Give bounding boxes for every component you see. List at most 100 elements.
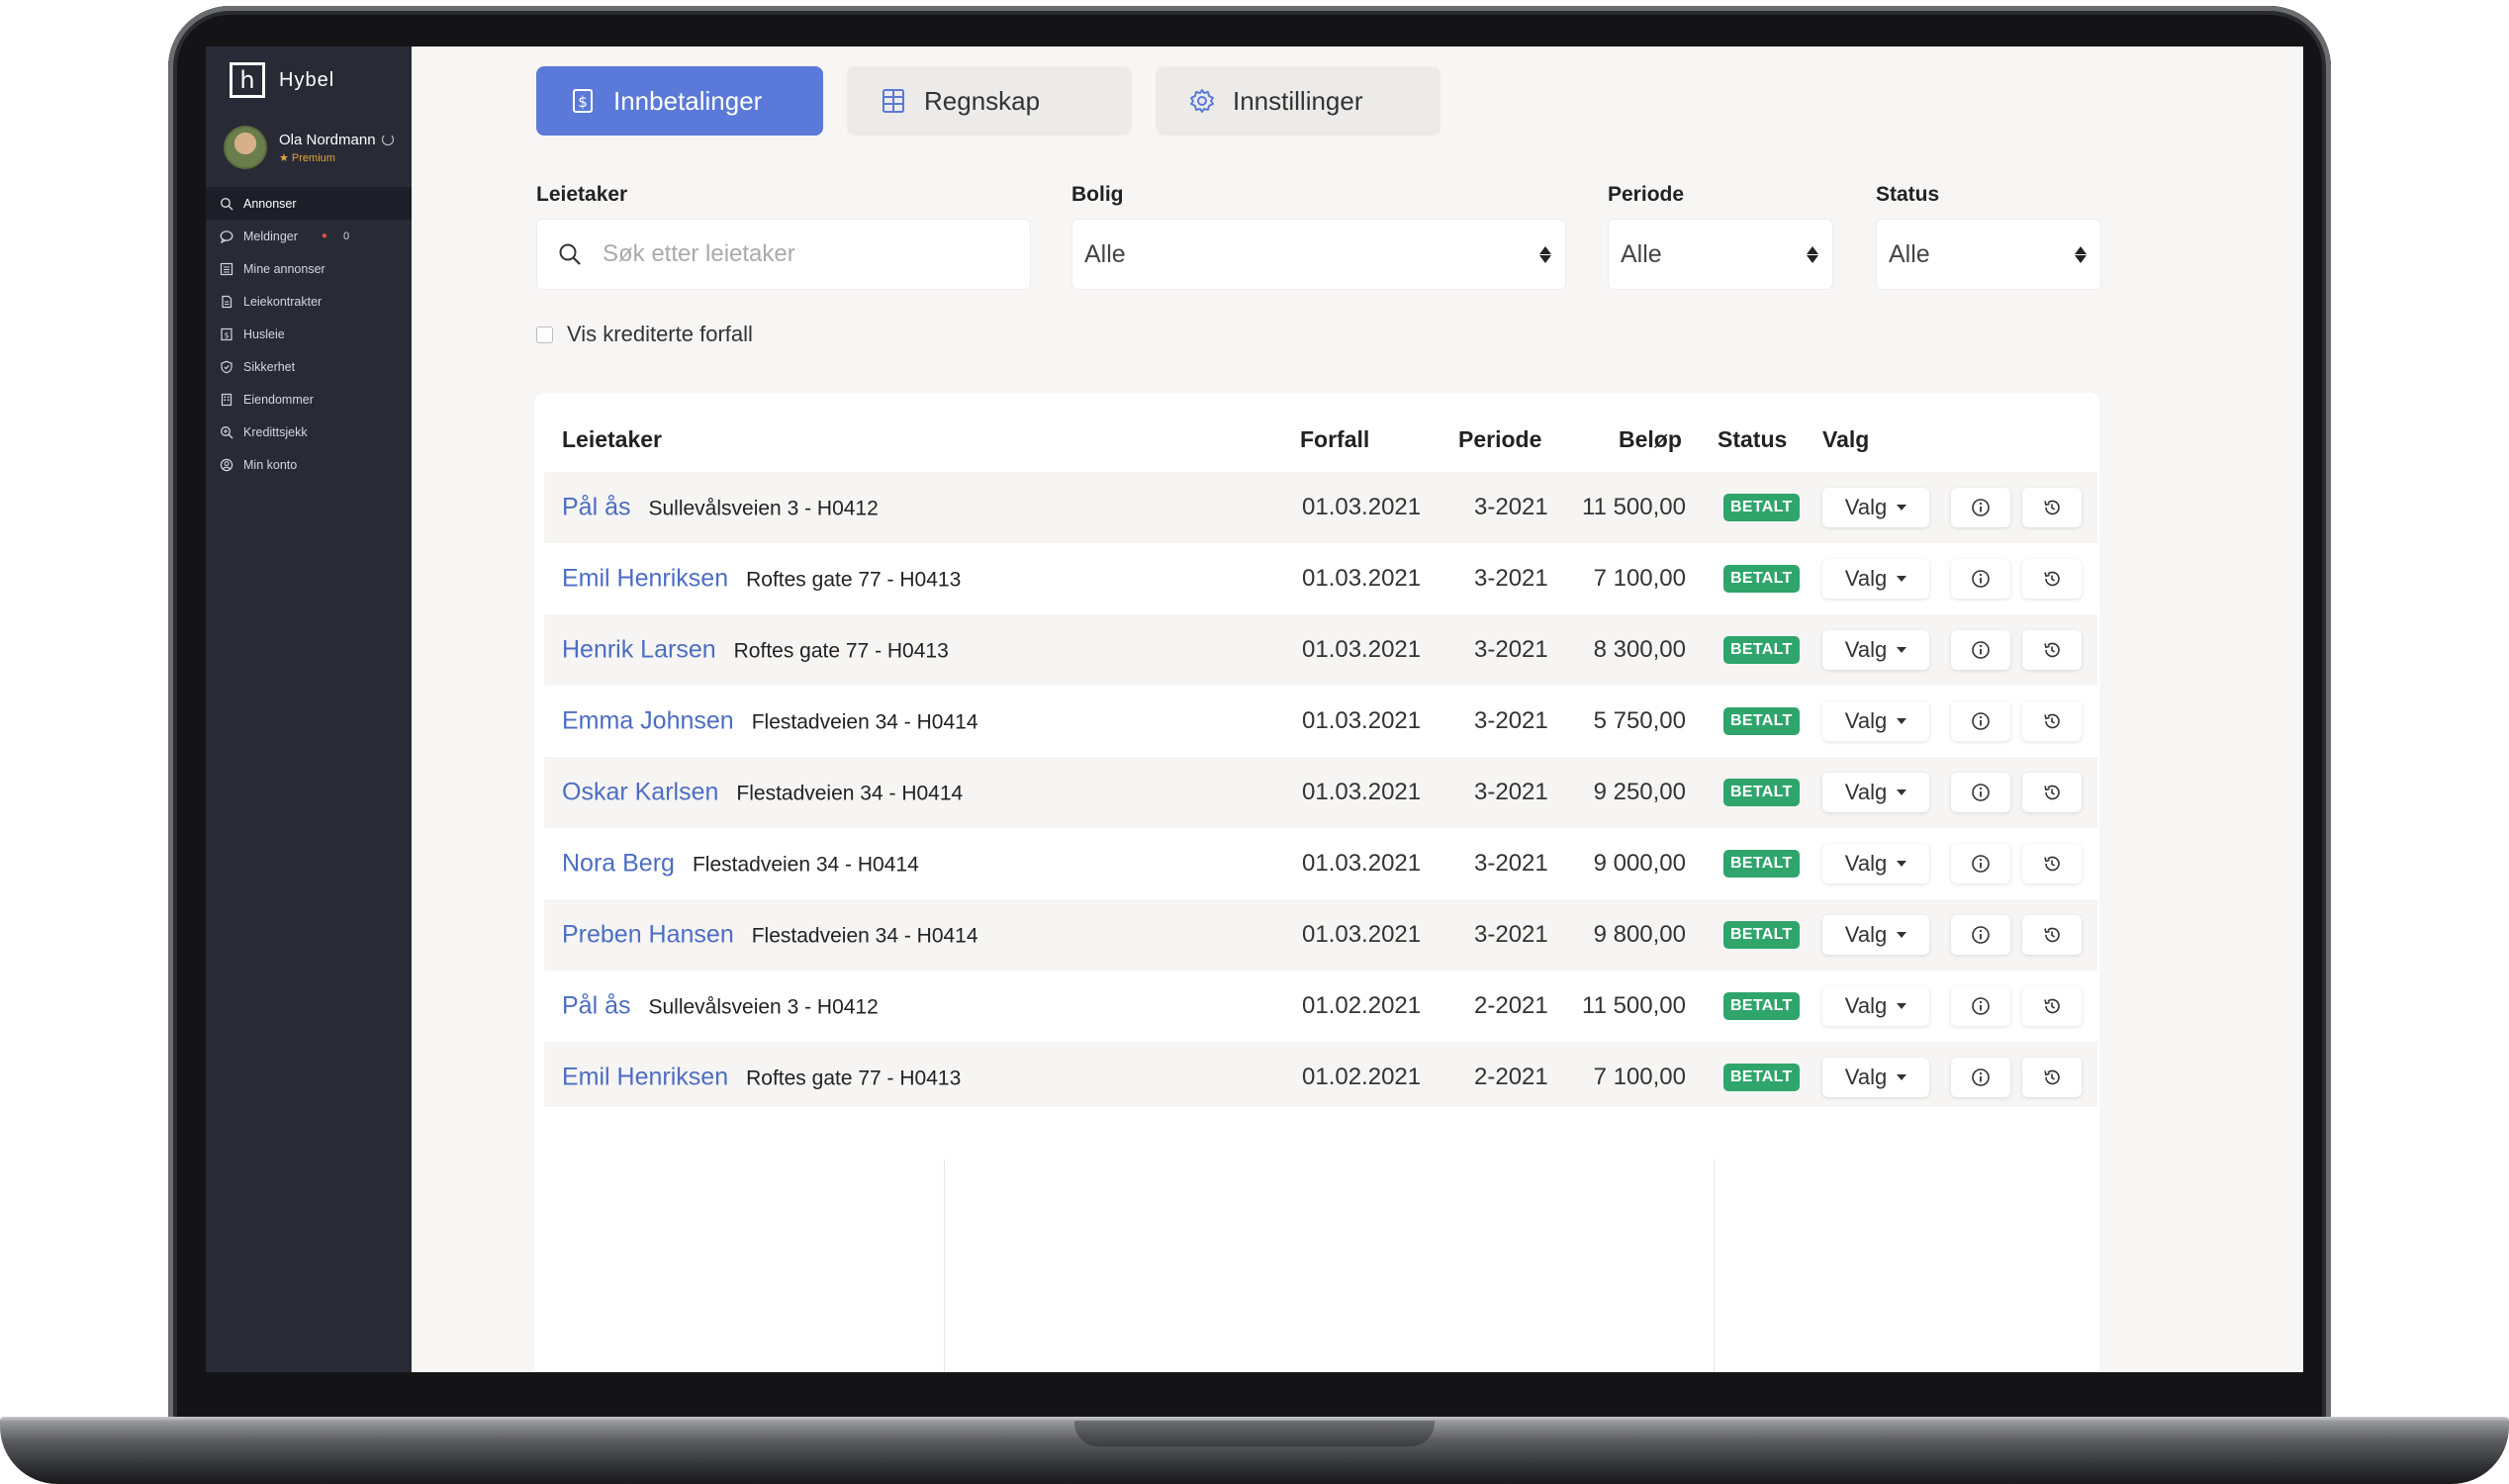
caret-down-icon (1897, 789, 1907, 795)
tenant-link[interactable]: Nora Berg Flestadveien 34 - H0414 (562, 850, 919, 879)
tenant-link[interactable]: Emil Henriksen Roftes gate 77 - H0413 (562, 565, 961, 594)
info-button[interactable] (1951, 488, 2010, 527)
valg-dropdown[interactable]: Valg (1822, 630, 1929, 670)
tenant-link[interactable]: Emma Johnsen Flestadveien 34 - H0414 (562, 707, 978, 736)
period: 3-2021 (1474, 565, 1548, 592)
user-name: Ola Nordmann (279, 131, 376, 148)
sidebar-item-label: Eiendommer (243, 392, 314, 407)
valg-label: Valg (1844, 922, 1888, 947)
history-button[interactable] (2022, 844, 2082, 883)
header-status[interactable]: Status (1718, 426, 1787, 453)
info-button[interactable] (1951, 986, 2010, 1026)
period-select-value: Alle (1621, 239, 1662, 268)
amount: 8 300,00 (1593, 636, 1686, 663)
history-button[interactable] (2022, 488, 2082, 527)
info-button[interactable] (1951, 701, 2010, 741)
tenant-link[interactable]: Oskar Karlsen Flestadveien 34 - H0414 (562, 779, 963, 807)
avatar (224, 126, 267, 169)
tenant-link[interactable]: Emil Henriksen Roftes gate 77 - H0413 (562, 1064, 961, 1092)
valg-dropdown[interactable]: Valg (1822, 773, 1929, 812)
tenant-link[interactable]: Pål ås Sullevålsveien 3 - H0412 (562, 992, 879, 1021)
period: 3-2021 (1474, 779, 1548, 805)
sidebar-item-husleie[interactable]: $ Husleie (206, 318, 412, 350)
tab-innstillinger[interactable]: Innstillinger (1156, 66, 1440, 136)
table-row: Pål ås Sullevålsveien 3 - H0412 01.02.20… (544, 971, 2097, 1042)
tenant-name: Pål ås (562, 493, 631, 521)
valg-dropdown[interactable]: Valg (1822, 488, 1929, 527)
credited-toggle[interactable]: Vis krediterte forfall (536, 322, 753, 347)
credited-checkbox[interactable] (536, 325, 553, 343)
tab-innbetalinger[interactable]: $ Innbetalinger (536, 66, 823, 136)
valg-dropdown[interactable]: Valg (1822, 986, 1929, 1026)
info-button[interactable] (1951, 915, 2010, 955)
history-button[interactable] (2022, 630, 2082, 670)
history-button[interactable] (2022, 1058, 2082, 1097)
info-button[interactable] (1951, 630, 2010, 670)
sidebar-item-meldinger[interactable]: Meldinger ● 0 (206, 220, 412, 252)
header-due[interactable]: Forfall (1300, 426, 1369, 453)
brand[interactable]: h Hybel (230, 62, 334, 98)
tenant-address: Flestadveien 34 - H0414 (751, 924, 978, 948)
table-row: Emil Henriksen Roftes gate 77 - H0413 01… (544, 1042, 2097, 1107)
table-row: Emma Johnsen Flestadveien 34 - H0414 01.… (544, 686, 2097, 757)
housing-select-value: Alle (1084, 239, 1126, 268)
sidebar-item-mine-annonser[interactable]: Mine annonser (206, 252, 412, 285)
status-select[interactable]: Alle (1876, 219, 2101, 290)
info-button[interactable] (1951, 773, 2010, 812)
sidebar-item-annonser[interactable]: Annonser (206, 187, 412, 220)
valg-label: Valg (1844, 495, 1888, 519)
status-badge: BETALT (1723, 779, 1800, 806)
due-date: 01.03.2021 (1302, 850, 1422, 877)
history-button[interactable] (2022, 915, 2082, 955)
sort-arrows-icon (1807, 245, 1818, 263)
search-icon (559, 243, 581, 265)
tab-regnskap[interactable]: Regnskap (847, 66, 1132, 136)
tenant-link[interactable]: Preben Hansen Flestadveien 34 - H0414 (562, 921, 978, 950)
sidebar-item-eiendommer[interactable]: Eiendommer (206, 383, 412, 416)
history-button[interactable] (2022, 701, 2082, 741)
tab-label: Regnskap (924, 85, 1041, 116)
info-icon (1972, 1068, 1990, 1086)
info-button[interactable] (1951, 844, 2010, 883)
caret-down-icon (1897, 647, 1907, 653)
header-tenant[interactable]: Leietaker (562, 426, 662, 453)
housing-select[interactable]: Alle (1071, 219, 1566, 290)
credited-label: Vis krediterte forfall (567, 322, 753, 346)
caret-down-icon (1897, 932, 1907, 938)
sidebar-item-min-konto[interactable]: Min konto (206, 448, 412, 481)
sidebar-nav: Annonser Meldinger ● 0 Mine annonser Lei… (206, 187, 412, 481)
tenant-link[interactable]: Henrik Larsen Roftes gate 77 - H0413 (562, 636, 949, 665)
amount: 11 500,00 (1582, 494, 1686, 520)
laptop-notch (1074, 1421, 1435, 1446)
header-period[interactable]: Periode (1458, 426, 1541, 453)
valg-dropdown[interactable]: Valg (1822, 1058, 1929, 1097)
header-amount[interactable]: Beløp (1619, 426, 1682, 453)
svg-text:$: $ (578, 93, 588, 111)
info-button[interactable] (1951, 1058, 2010, 1097)
history-button[interactable] (2022, 986, 2082, 1026)
info-button[interactable] (1951, 559, 2010, 599)
sidebar-item-leiekontrakter[interactable]: Leiekontrakter (206, 285, 412, 318)
sidebar-item-sikkerhet[interactable]: Sikkerhet (206, 350, 412, 383)
user-profile[interactable]: Ola Nordmann ★ Premium (224, 126, 394, 169)
sidebar: h Hybel Ola Nordmann ★ Premium Annonser … (206, 46, 412, 1372)
history-icon (2044, 500, 2060, 515)
history-button[interactable] (2022, 773, 2082, 812)
tenant-address: Sullevålsveien 3 - H0412 (648, 995, 879, 1019)
valg-dropdown[interactable]: Valg (1822, 844, 1929, 883)
tenant-name: Emil Henriksen (562, 564, 729, 593)
tenant-search[interactable] (536, 219, 1031, 290)
valg-dropdown[interactable]: Valg (1822, 701, 1929, 741)
shield-icon (220, 360, 233, 374)
tenant-link[interactable]: Pål ås Sullevålsveien 3 - H0412 (562, 494, 879, 522)
valg-dropdown[interactable]: Valg (1822, 559, 1929, 599)
power-icon[interactable] (381, 134, 394, 145)
history-button[interactable] (2022, 559, 2082, 599)
status-badge: BETALT (1723, 1064, 1800, 1091)
period-select[interactable]: Alle (1608, 219, 1833, 290)
sidebar-item-kredittsjekk[interactable]: Kredittsjekk (206, 416, 412, 448)
valg-dropdown[interactable]: Valg (1822, 915, 1929, 955)
caret-down-icon (1897, 1074, 1907, 1080)
due-date: 01.03.2021 (1302, 636, 1422, 663)
tenant-search-input[interactable] (603, 240, 1018, 268)
